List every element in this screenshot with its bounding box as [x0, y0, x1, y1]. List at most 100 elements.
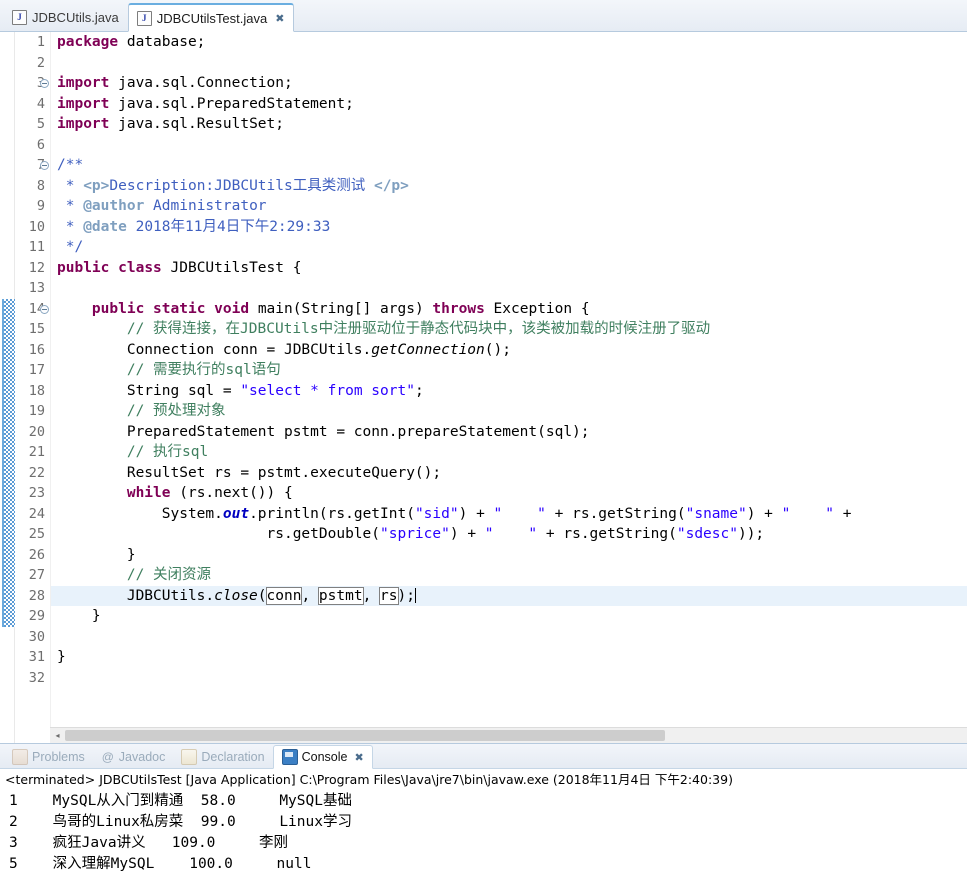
- console-result-rows: 1 MySQL从入门到精通 58.0 MySQL基础 2 鸟哥的Linux私房菜 …: [3, 791, 967, 875]
- close-icon[interactable]: ✖: [354, 751, 363, 764]
- line-number: 19: [28, 403, 45, 419]
- code-line[interactable]: * @date 2018年11月4日下午2:29:33: [51, 217, 967, 238]
- close-icon[interactable]: ✖: [275, 12, 284, 25]
- code-line[interactable]: // 预处理对象: [51, 401, 967, 422]
- line-number: 26: [28, 546, 45, 563]
- tab-label: Console: [301, 750, 348, 764]
- line-number: 20: [28, 423, 45, 440]
- code-line[interactable]: // 需要执行的sql语句: [51, 360, 967, 381]
- change-annotation-bar: [0, 32, 15, 743]
- code-line[interactable]: */: [51, 237, 967, 258]
- code-line[interactable]: PreparedStatement pstmt = conn.prepareSt…: [51, 422, 967, 443]
- line-number: 23: [28, 485, 45, 501]
- console-row: 5 深入理解MySQL 100.0 null: [9, 856, 312, 872]
- tab-label: Declaration: [201, 750, 265, 764]
- code-line[interactable]: [51, 135, 967, 156]
- code-line[interactable]: public class JDBCUtilsTest {: [51, 258, 967, 279]
- terminated-status-line: <terminated> JDBCUtilsTest [Java Applica…: [5, 772, 733, 787]
- scroll-left-icon[interactable]: ◂: [50, 728, 65, 743]
- line-number: 31: [28, 649, 45, 665]
- code-line[interactable]: import java.sql.PreparedStatement;: [51, 94, 967, 115]
- editor-tab-bar: J JDBCUtils.java J JDBCUtilsTest.java ✖: [0, 0, 967, 32]
- line-number: 7: [15, 155, 49, 176]
- line-number: 30: [28, 628, 45, 645]
- tab-declaration[interactable]: Declaration: [173, 746, 272, 768]
- code-line[interactable]: // 关闭资源: [51, 565, 967, 586]
- code-editor[interactable]: 1234567891011121314151617181920212223242…: [0, 32, 967, 743]
- tab-label: Javadoc: [118, 750, 166, 764]
- code-line[interactable]: [51, 627, 967, 648]
- scrollbar-thumb[interactable]: [65, 730, 665, 741]
- code-line[interactable]: String sql = "select * from sort";: [51, 381, 967, 402]
- code-line[interactable]: * <p>Description:JDBCUtils工具类测试 </p>: [51, 176, 967, 197]
- occurrence-highlight: pstmt: [317, 586, 364, 605]
- code-line[interactable]: import java.sql.ResultSet;: [51, 114, 967, 135]
- code-line[interactable]: // 获得连接，在JDBCUtils中注册驱动位于静态代码块中，该类被加载的时候…: [51, 319, 967, 340]
- code-line[interactable]: ResultSet rs = pstmt.executeQuery();: [51, 463, 967, 484]
- console-row: 3 疯狂Java讲义 109.0 李刚: [9, 835, 289, 851]
- line-number: 17: [28, 362, 45, 378]
- declaration-icon: [181, 749, 198, 765]
- code-line[interactable]: JDBCUtils.close(conn, pstmt, rs);: [51, 585, 967, 606]
- code-line[interactable]: }: [51, 545, 967, 566]
- occurrence-highlight: conn: [265, 586, 303, 605]
- line-number: 32: [28, 669, 45, 686]
- code-line[interactable]: System.out.println(rs.getInt("sid") + " …: [51, 504, 967, 525]
- code-line[interactable]: * @author Administrator: [51, 196, 967, 217]
- tab-console[interactable]: Console ✖: [272, 745, 373, 769]
- line-number: 16: [28, 341, 45, 358]
- code-line[interactable]: }: [51, 647, 967, 668]
- code-line[interactable]: /**: [51, 155, 967, 176]
- line-number-gutter: 1234567891011121314151617181920212223242…: [15, 32, 51, 743]
- console-row: 2 鸟哥的Linux私房菜 99.0 Linux学习: [9, 814, 352, 830]
- line-number: 28: [28, 587, 45, 604]
- console-tab-bar: Problems @ Javadoc Declaration Console ✖: [0, 744, 967, 769]
- code-line[interactable]: [51, 278, 967, 299]
- fold-collapse-icon[interactable]: [40, 79, 49, 88]
- java-file-icon: J: [136, 10, 152, 26]
- code-line[interactable]: import java.sql.Connection;: [51, 73, 967, 94]
- line-number: 12: [28, 259, 45, 276]
- tab-javadoc[interactable]: @ Javadoc: [93, 746, 174, 768]
- problems-icon: [12, 749, 28, 765]
- editor-horizontal-scrollbar[interactable]: ◂: [50, 727, 967, 743]
- line-number: 29: [28, 608, 45, 624]
- line-number: 9: [36, 198, 45, 214]
- editor-tab-jdbcutils[interactable]: J JDBCUtils.java: [4, 4, 128, 31]
- code-line[interactable]: // 执行sql: [51, 442, 967, 463]
- line-number: 25: [28, 526, 45, 542]
- code-line[interactable]: rs.getDouble("sprice") + " " + rs.getStr…: [51, 524, 967, 545]
- line-number: 1: [36, 34, 45, 50]
- code-line[interactable]: }: [51, 606, 967, 627]
- fold-collapse-icon[interactable]: [40, 161, 49, 170]
- code-line[interactable]: while (rs.next()) {: [51, 483, 967, 504]
- line-number: 18: [28, 382, 45, 399]
- text-caret: [414, 587, 416, 603]
- console-output[interactable]: <terminated> JDBCUtilsTest [Java Applica…: [0, 769, 967, 884]
- changed-lines-marker: [2, 298, 15, 627]
- line-number: 13: [28, 280, 45, 296]
- code-line[interactable]: [51, 668, 967, 689]
- code-line[interactable]: public static void main(String[] args) t…: [51, 299, 967, 320]
- java-file-icon: J: [12, 10, 27, 25]
- tab-problems[interactable]: Problems: [4, 746, 93, 768]
- line-number: 15: [28, 321, 45, 337]
- code-line[interactable]: Connection conn = JDBCUtils.getConnectio…: [51, 340, 967, 361]
- occurrence-highlight: rs: [379, 586, 399, 605]
- line-number: 5: [36, 116, 45, 132]
- code-line[interactable]: [51, 53, 967, 74]
- code-line[interactable]: package database;: [51, 32, 967, 53]
- line-number: 2: [36, 54, 45, 71]
- tab-label: Problems: [32, 750, 85, 764]
- line-number: 8: [36, 177, 45, 194]
- fold-collapse-icon[interactable]: [40, 304, 49, 314]
- line-number: 3: [15, 73, 49, 94]
- line-number: 10: [28, 218, 45, 235]
- javadoc-icon: @: [101, 750, 114, 764]
- line-number: 14: [15, 299, 49, 320]
- source-code-area[interactable]: package database; import java.sql.Connec…: [51, 32, 967, 743]
- line-number: 21: [28, 444, 45, 460]
- line-number: 24: [28, 505, 45, 522]
- eclipse-ide-window: J JDBCUtils.java J JDBCUtilsTest.java ✖ …: [0, 0, 967, 884]
- editor-tab-jdbcutilstest[interactable]: J JDBCUtilsTest.java ✖: [127, 3, 295, 32]
